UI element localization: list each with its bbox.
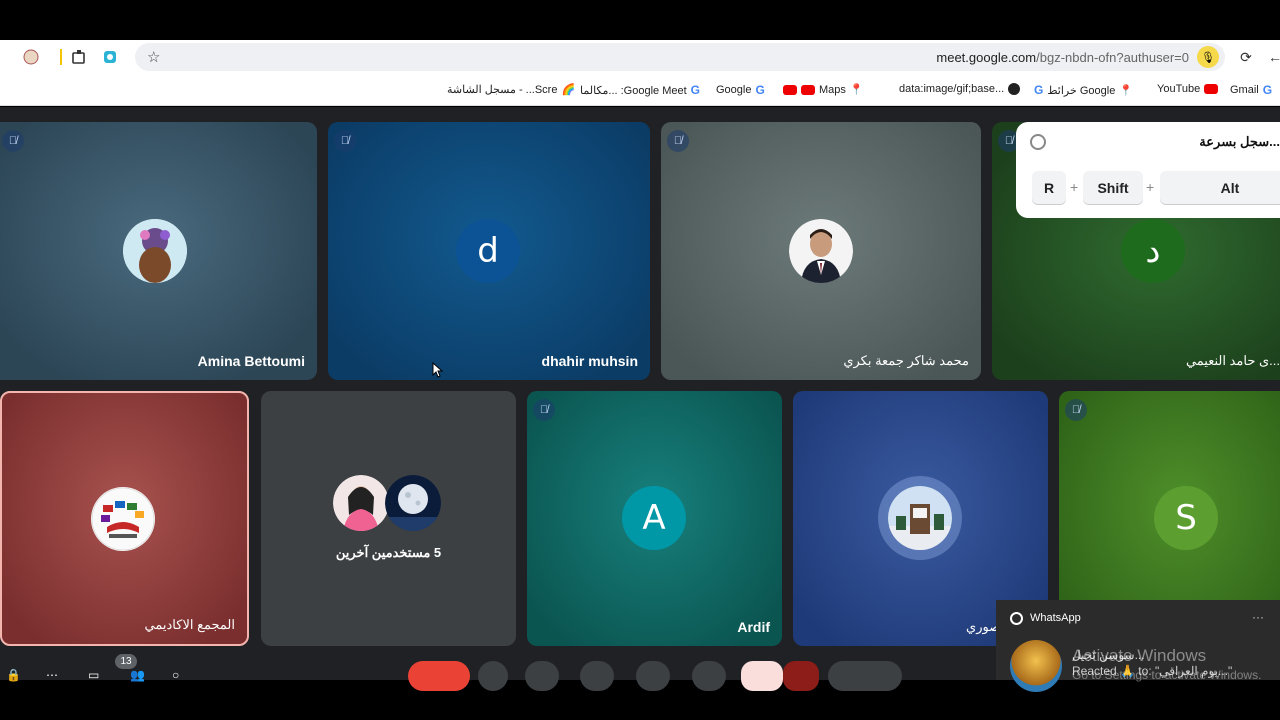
google-icon: G	[1034, 83, 1044, 97]
avatar: d	[456, 219, 520, 283]
microphone-button[interactable]	[828, 661, 902, 691]
windows-activation-hint: Go to Settings to activate Windows.	[1072, 668, 1262, 682]
site-favicon-icon[interactable]	[22, 48, 40, 66]
avatar	[888, 486, 952, 550]
participant-tile[interactable]: 🎙̸ Amina Bettoumi	[0, 122, 317, 380]
bookmarks-bar: Gmail G YouTube G خرائط Google 📍 data:image…	[0, 74, 1280, 106]
participant-name: محمد شاكر جمعة بكري	[843, 353, 969, 368]
maps-pin-icon: 📍	[1119, 84, 1134, 97]
participant-tile[interactable]: 🎙̸ A Ardif	[527, 391, 782, 646]
emoji-button[interactable]	[636, 661, 670, 691]
divider-icon	[52, 48, 70, 66]
url-text: meet.google.com/bgz-nbdn-ofn?authuser=0	[936, 50, 1189, 65]
avatar: A	[622, 486, 686, 550]
bookmark-youtube[interactable]: YouTube	[1157, 83, 1219, 95]
bookmark-maps[interactable]: Maps 📍	[783, 83, 864, 96]
participant-tile[interactable]: 🎙̸ d dhahir muhsin	[328, 122, 650, 380]
popup-title: ...سجل بسرعة	[1199, 134, 1280, 149]
avatar: د	[1121, 219, 1185, 283]
windows-activation-watermark: Activate Windows	[1072, 646, 1207, 665]
more-options-icon[interactable]: ···	[1252, 610, 1264, 624]
whatsapp-icon	[1010, 612, 1023, 625]
back-arrow-icon[interactable]: ←	[1266, 48, 1280, 66]
avatar	[789, 219, 853, 283]
muted-mic-icon: 🎙̸	[334, 130, 356, 152]
google-icon: G	[755, 83, 765, 97]
participant-tile-active-speaker[interactable]: المجمع الاكاديمي	[0, 391, 249, 646]
rainbow-icon: 🌈	[561, 84, 576, 96]
key-r: R	[1032, 171, 1066, 204]
avatar	[123, 219, 187, 283]
google-icon: G	[1262, 83, 1273, 97]
participant-tile[interactable]: 🎙̸ محمد شاكر جمعة بكري	[661, 122, 981, 380]
extensions-icon[interactable]	[70, 48, 88, 66]
present-button[interactable]	[692, 661, 726, 691]
reload-icon[interactable]: ⟳	[1237, 48, 1255, 66]
bookmark-screen-recorder[interactable]: مسجل الشاشة - ...Scre 🌈	[447, 83, 575, 96]
avatar	[333, 475, 389, 531]
google-icon: G	[690, 83, 700, 97]
sender-avatar	[1010, 640, 1062, 692]
youtube-icon	[1204, 84, 1219, 94]
bookmark-google[interactable]: Google G	[716, 83, 765, 97]
chat-icon[interactable]: ▭	[88, 668, 99, 682]
apps-grid-icon[interactable]: ⋯	[46, 668, 58, 682]
notification-app-name: WhatsApp	[1030, 612, 1081, 624]
youtube-icon	[783, 84, 797, 95]
camera-options-button[interactable]	[783, 661, 819, 691]
bookmark-data-image[interactable]: data:image/gif;base...	[899, 83, 1021, 95]
others-group-tile[interactable]: 5 مستخدمين آخرين	[261, 391, 516, 646]
key-alt: Alt	[1160, 171, 1280, 204]
address-bar[interactable]: ☆ meet.google.com/bgz-nbdn-ofn?authuser=…	[135, 43, 1225, 71]
captions-button[interactable]	[580, 661, 614, 691]
muted-mic-icon: 🎙̸	[667, 130, 689, 152]
avatar-logo	[91, 487, 155, 551]
end-call-button[interactable]	[408, 661, 470, 691]
muted-mic-icon: 🎙̸	[533, 399, 555, 421]
participant-name: Amina Bettoumi	[197, 353, 305, 369]
avatar: S	[1154, 486, 1218, 550]
microphone-icon[interactable]: 🎙	[1197, 46, 1219, 68]
info-icon[interactable]: ○	[172, 668, 179, 682]
bookmark-google-maps-ar[interactable]: G خرائط Google 📍	[1034, 83, 1133, 97]
camera-off-button[interactable]	[741, 661, 783, 691]
plus-sign: +	[1070, 179, 1079, 195]
maps-pin-icon: 📍	[849, 84, 864, 96]
lock-icon[interactable]: 🔒	[6, 668, 21, 682]
avatar	[385, 475, 441, 531]
key-shift: Shift	[1083, 171, 1143, 204]
screen-recorder-shortcut-popup: ...سجل بسرعة R + Shift + Alt	[1016, 122, 1280, 218]
more-options-button[interactable]	[478, 661, 508, 691]
plus-sign: +	[1146, 179, 1155, 195]
settings-gear-icon[interactable]	[1030, 134, 1046, 150]
participant-name: المجمع الاكاديمي	[144, 617, 235, 632]
muted-mic-icon: 🎙̸	[1065, 399, 1087, 421]
youtube-icon	[801, 84, 815, 95]
bookmark-star-icon[interactable]: ☆	[147, 48, 160, 66]
globe-icon	[1008, 83, 1021, 95]
mouse-cursor-icon	[432, 361, 444, 383]
extension-screen-recorder-icon[interactable]	[101, 48, 119, 66]
people-icon[interactable]: 👥	[130, 668, 145, 682]
hand-raise-button[interactable]	[525, 661, 559, 691]
bookmark-gmail[interactable]: Gmail G	[1230, 83, 1272, 97]
participant-name: ...ى حامد النعيمي	[1185, 353, 1280, 368]
participant-count-badge: 13	[115, 654, 137, 669]
participant-name: Ardif	[737, 619, 770, 635]
bookmark-google-meet[interactable]: مكالما... :Google Meet G	[580, 83, 700, 97]
participant-name: dhahir muhsin	[541, 353, 638, 369]
browser-toolbar: ☆ meet.google.com/bgz-nbdn-ofn?authuser=…	[0, 40, 1280, 74]
others-count-label: 5 مستخدمين آخرين	[335, 545, 442, 560]
muted-mic-icon: 🎙̸	[2, 130, 24, 152]
